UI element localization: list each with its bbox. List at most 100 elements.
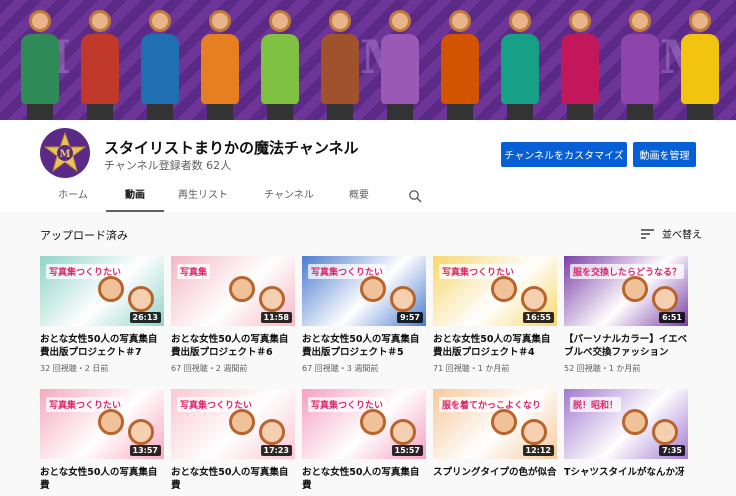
banner-person bbox=[618, 10, 662, 120]
video-thumbnail[interactable]: 服を着てかっこよくなり 12:12 bbox=[433, 389, 557, 459]
video-duration: 9:57 bbox=[397, 312, 423, 323]
video-duration: 7:35 bbox=[659, 445, 685, 456]
video-meta: 52 回視聴・1 か月前 bbox=[564, 364, 641, 373]
star-logo-icon: M bbox=[43, 131, 87, 173]
thumbnail-person bbox=[390, 286, 416, 312]
sort-label: 並べ替え bbox=[662, 230, 702, 241]
thumbnail-person bbox=[491, 276, 517, 302]
section-title: アップロード済み bbox=[40, 229, 128, 242]
thumbnail-person bbox=[360, 276, 386, 302]
thumbnail-person bbox=[229, 276, 255, 302]
video-duration: 6:51 bbox=[659, 312, 685, 323]
video-thumbnail[interactable]: 写真集つくりたい 16:55 bbox=[433, 256, 557, 326]
video-card[interactable]: 服を交換したらどうなる？ 6:51 【パーソナルカラー】イエベブルベ交換ファッション… bbox=[564, 256, 688, 374]
video-thumbnail[interactable]: 写真集つくりたい 17:23 bbox=[171, 389, 295, 459]
video-card[interactable]: 写真集つくりたい 17:23 おとな女性50人の写真集自費 bbox=[171, 389, 295, 496]
search-icon[interactable] bbox=[408, 189, 422, 203]
thumbnail-caption: 服を交換したらどうなる？ bbox=[570, 264, 685, 279]
tab-home[interactable]: ホーム bbox=[44, 180, 102, 212]
video-title[interactable]: おとな女性50人の写真集自費出版プロジェクト＃4 bbox=[433, 333, 557, 359]
customize-channel-button[interactable]: チャンネルをカスタマイズ bbox=[501, 142, 627, 167]
video-card[interactable]: 服を着てかっこよくなり 12:12 スプリングタイプの色が似合 bbox=[433, 389, 557, 496]
thumbnail-person bbox=[98, 276, 124, 302]
video-thumbnail[interactable]: 写真集 11:58 bbox=[171, 256, 295, 326]
banner-person bbox=[318, 10, 362, 120]
video-card[interactable]: 写真集つくりたい 26:13 おとな女性50人の写真集自費出版プロジェクト＃7 32 … bbox=[40, 256, 164, 374]
video-duration: 17:23 bbox=[260, 445, 292, 456]
thumbnail-person bbox=[491, 409, 517, 435]
channel-name: スタイリストまりかの魔法チャンネル bbox=[104, 139, 359, 157]
svg-text:M: M bbox=[59, 149, 70, 160]
video-thumbnail[interactable]: 服を交換したらどうなる？ 6:51 bbox=[564, 256, 688, 326]
video-title[interactable]: おとな女性50人の写真集自費出版プロジェクト＃5 bbox=[302, 333, 426, 359]
video-title[interactable]: Tシャツスタイルがなんか冴 bbox=[564, 466, 688, 492]
video-card[interactable]: 写真集つくりたい 16:55 おとな女性50人の写真集自費出版プロジェクト＃4 71 … bbox=[433, 256, 557, 374]
video-duration: 13:57 bbox=[129, 445, 161, 456]
banner-person bbox=[498, 10, 542, 120]
video-thumbnail[interactable]: 写真集つくりたい 15:57 bbox=[302, 389, 426, 459]
banner-person bbox=[78, 10, 122, 120]
video-title[interactable]: おとな女性50人の写真集自費 bbox=[40, 466, 164, 492]
thumbnail-person bbox=[360, 409, 386, 435]
thumbnail-person bbox=[652, 286, 678, 312]
tab-about[interactable]: 概要 bbox=[334, 180, 384, 212]
thumbnail-person bbox=[259, 419, 285, 445]
thumbnail-person bbox=[390, 419, 416, 445]
thumbnail-person bbox=[98, 409, 124, 435]
channel-tabs: ホーム 動画 再生リスト チャンネル 概要 bbox=[0, 180, 736, 212]
banner-person bbox=[198, 10, 242, 120]
video-meta: 32 回視聴・2 日前 bbox=[40, 364, 109, 373]
subscriber-count: チャンネル登録者数 62人 bbox=[104, 159, 232, 172]
video-card[interactable]: 写真集つくりたい 15:57 おとな女性50人の写真集自費 bbox=[302, 389, 426, 496]
thumbnail-person bbox=[128, 286, 154, 312]
thumbnail-caption: 写真集 bbox=[177, 264, 211, 279]
thumbnail-person bbox=[521, 419, 547, 445]
banner-person bbox=[558, 10, 602, 120]
banner-person bbox=[678, 10, 722, 120]
video-title[interactable]: おとな女性50人の写真集自費出版プロジェクト＃7 bbox=[40, 333, 164, 359]
video-title[interactable]: 【パーソナルカラー】イエベブルベ交換ファッション bbox=[564, 333, 688, 359]
thumbnail-person bbox=[622, 276, 648, 302]
video-thumbnail[interactable]: 写真集つくりたい 9:57 bbox=[302, 256, 426, 326]
channel-banner: M M M bbox=[0, 0, 736, 120]
video-thumbnail[interactable]: 脱！昭和！ 7:35 bbox=[564, 389, 688, 459]
thumbnail-person bbox=[229, 409, 255, 435]
video-card[interactable]: 脱！昭和！ 7:35 Tシャツスタイルがなんか冴 bbox=[564, 389, 688, 496]
video-duration: 26:13 bbox=[129, 312, 161, 323]
video-duration: 12:12 bbox=[522, 445, 554, 456]
video-thumbnail[interactable]: 写真集つくりたい 13:57 bbox=[40, 389, 164, 459]
banner-person bbox=[18, 10, 62, 120]
video-meta: 67 回視聴・3 週間前 bbox=[302, 364, 379, 373]
banner-person bbox=[378, 10, 422, 120]
thumbnail-person bbox=[622, 409, 648, 435]
sort-icon bbox=[641, 228, 654, 239]
tab-channels[interactable]: チャンネル bbox=[256, 180, 322, 212]
sort-button[interactable]: 並べ替え bbox=[641, 226, 702, 241]
tab-playlists[interactable]: 再生リスト bbox=[170, 180, 236, 212]
thumbnail-person bbox=[259, 286, 285, 312]
channel-avatar[interactable]: M bbox=[40, 128, 90, 178]
video-title[interactable]: おとな女性50人の写真集自費 bbox=[302, 466, 426, 492]
video-title[interactable]: スプリングタイプの色が似合 bbox=[433, 466, 557, 492]
thumbnail-caption: 脱！昭和！ bbox=[570, 397, 622, 412]
thumbnail-person bbox=[652, 419, 678, 445]
video-title[interactable]: おとな女性50人の写真集自費出版プロジェクト＃6 bbox=[171, 333, 295, 359]
thumbnail-caption: 服を着てかっこよくなり bbox=[439, 397, 545, 412]
video-duration: 15:57 bbox=[391, 445, 423, 456]
video-card[interactable]: 写真集 11:58 おとな女性50人の写真集自費出版プロジェクト＃6 67 回視聴・2… bbox=[171, 256, 295, 374]
banner-person bbox=[438, 10, 482, 120]
video-duration: 11:58 bbox=[260, 312, 292, 323]
manage-videos-button[interactable]: 動画を管理 bbox=[633, 142, 696, 167]
video-meta: 67 回視聴・2 週間前 bbox=[171, 364, 248, 373]
video-card[interactable]: 写真集つくりたい 9:57 おとな女性50人の写真集自費出版プロジェクト＃5 67 回… bbox=[302, 256, 426, 374]
video-thumbnail[interactable]: 写真集つくりたい 26:13 bbox=[40, 256, 164, 326]
video-title[interactable]: おとな女性50人の写真集自費 bbox=[171, 466, 295, 492]
thumbnail-person bbox=[128, 419, 154, 445]
tab-videos[interactable]: 動画 bbox=[106, 180, 164, 212]
video-card[interactable]: 写真集つくりたい 13:57 おとな女性50人の写真集自費 bbox=[40, 389, 164, 496]
banner-person bbox=[258, 10, 302, 120]
video-duration: 16:55 bbox=[522, 312, 554, 323]
banner-person bbox=[138, 10, 182, 120]
video-meta: 71 回視聴・1 か月前 bbox=[433, 364, 510, 373]
thumbnail-person bbox=[521, 286, 547, 312]
